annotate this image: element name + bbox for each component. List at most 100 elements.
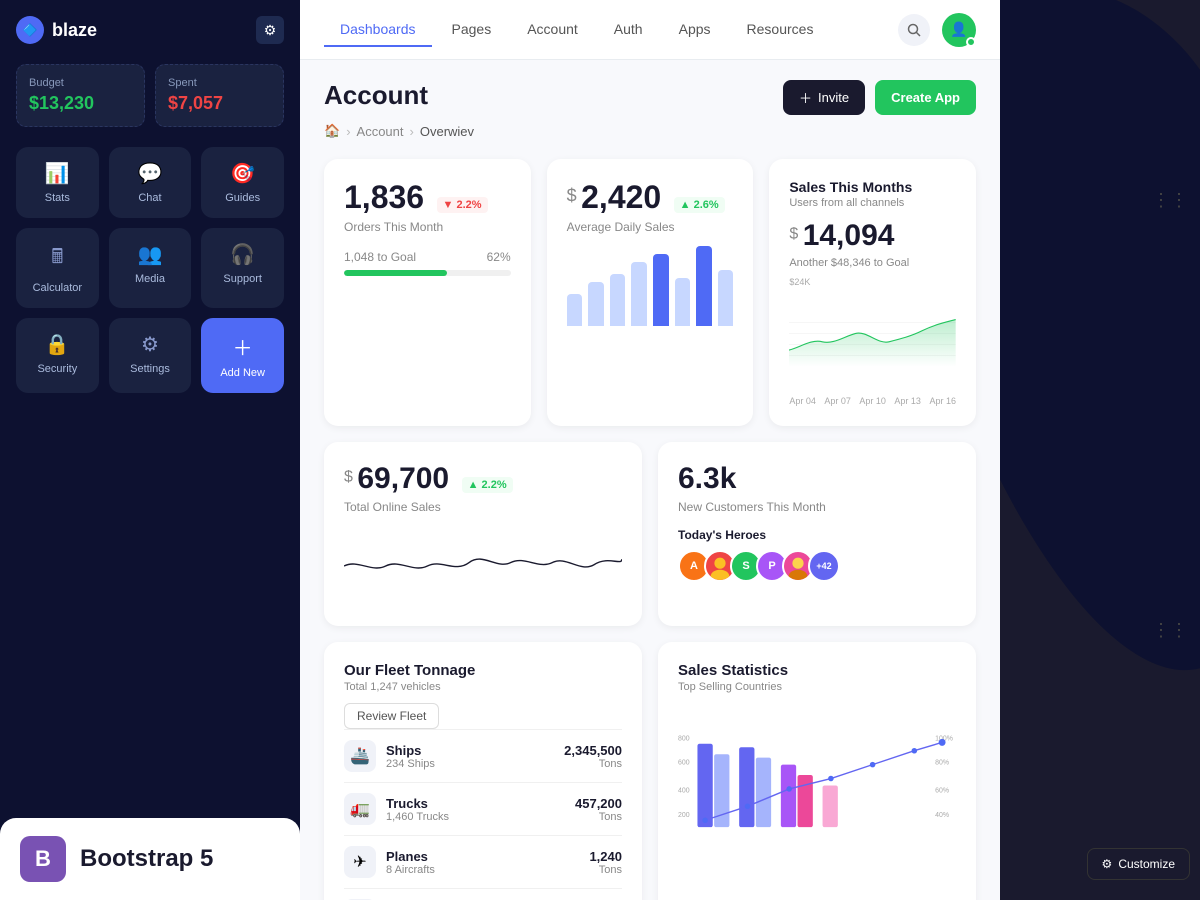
page-content: Account ＋ Invite Create App 🏠 › Account … xyxy=(300,60,1000,900)
customize-button[interactable]: ⚙ Customize xyxy=(1087,848,1190,880)
media-label: Media xyxy=(135,273,165,285)
sidebar-item-add-new[interactable]: ＋ Add New xyxy=(201,318,284,393)
spent-label: Spent xyxy=(168,77,271,89)
sales-chart: $24K xyxy=(789,277,956,406)
customize-icon: ⚙ xyxy=(1102,857,1113,871)
svg-text:600: 600 xyxy=(678,760,690,767)
x-label-3: Apr 10 xyxy=(859,396,886,406)
bootstrap-badge: B Bootstrap 5 xyxy=(0,818,300,900)
tab-account[interactable]: Account xyxy=(511,13,594,47)
daily-sales-label: Average Daily Sales xyxy=(567,220,734,234)
settings-nav-icon: ⚙ xyxy=(141,332,159,357)
fleet-item-trucks: 🚛 Trucks 1,460 Trucks 457,200 Tons xyxy=(344,782,622,835)
create-app-button[interactable]: Create App xyxy=(875,80,976,115)
bar-4 xyxy=(631,262,647,326)
breadcrumb-sep1: › xyxy=(346,124,350,139)
progress-pct: 62% xyxy=(487,250,511,264)
tab-auth[interactable]: Auth xyxy=(598,13,659,47)
search-button[interactable] xyxy=(898,14,930,46)
settings-label: Settings xyxy=(130,363,170,375)
sidebar-item-security[interactable]: 🔒 Security xyxy=(16,318,99,393)
total-online-number: $ 69,700 ▲ 2.2% xyxy=(344,462,622,496)
budget-label: Budget xyxy=(29,77,132,89)
bar-country1-1 xyxy=(697,744,712,827)
fleet-subtitle: Total 1,247 vehicles xyxy=(344,681,622,693)
daily-sales-badge: ▲ 2.6% xyxy=(674,197,725,213)
svg-text:40%: 40% xyxy=(935,812,949,819)
x-label-2: Apr 07 xyxy=(824,396,851,406)
security-label: Security xyxy=(37,363,77,375)
breadcrumb-home[interactable]: 🏠 xyxy=(324,123,340,139)
media-icon: 👥 xyxy=(138,242,163,267)
orders-card: 1,836 ▼ 2.2% Orders This Month 1,048 to … xyxy=(324,159,531,426)
orders-badge: ▼ 2.2% xyxy=(437,197,488,213)
planes-unit: Tons xyxy=(589,864,622,876)
sales-number: 14,094 xyxy=(803,219,895,252)
calculator-label: Calculator xyxy=(33,282,83,294)
ships-name: Ships xyxy=(386,743,435,758)
sidebar-item-stats[interactable]: 📊 Stats xyxy=(16,147,99,218)
sidebar-item-support[interactable]: 🎧 Support xyxy=(201,228,284,308)
total-label: Total Online Sales xyxy=(344,500,622,514)
sidebar-header: 🔷 blaze ⚙ xyxy=(16,16,284,44)
bar-6 xyxy=(675,278,691,326)
progress-row: 1,048 to Goal 62% xyxy=(344,250,511,276)
calculator-icon: 🖩 xyxy=(51,242,63,276)
sidebar-item-guides[interactable]: 🎯 Guides xyxy=(201,147,284,218)
add-new-label: Add New xyxy=(220,367,265,379)
trucks-icon: 🚛 xyxy=(344,793,376,825)
right-panel: ⋮⋮ ⋮⋮ ⚙ Customize xyxy=(1000,0,1200,900)
sidebar-item-settings[interactable]: ⚙ Settings xyxy=(109,318,192,393)
bar-7 xyxy=(696,246,712,326)
online-indicator xyxy=(966,37,976,47)
fleet-left-ships: 🚢 Ships 234 Ships xyxy=(344,740,435,772)
sales-month-card: Sales This Months Users from all channel… xyxy=(769,159,976,426)
total-online-card: $ 69,700 ▲ 2.2% Total Online Sales xyxy=(324,442,642,626)
breadcrumb: 🏠 › Account › Overwiev xyxy=(324,123,976,139)
svg-text:800: 800 xyxy=(678,735,690,742)
tab-resources[interactable]: Resources xyxy=(731,13,830,47)
x-label-4: Apr 13 xyxy=(894,396,921,406)
progress-fill xyxy=(344,270,447,276)
bar-chart xyxy=(567,246,734,326)
settings-icon[interactable]: ⚙ xyxy=(256,16,284,44)
stats-grid: 1,836 ▼ 2.2% Orders This Month 1,048 to … xyxy=(324,159,976,426)
chat-icon: 💬 xyxy=(138,161,163,186)
stats-icon: 📊 xyxy=(45,161,70,186)
tab-apps[interactable]: Apps xyxy=(663,13,727,47)
orders-label: Orders This Month xyxy=(344,220,511,234)
ships-unit: Tons xyxy=(564,758,622,770)
avatars-row: A S P +42 xyxy=(678,550,956,582)
sidebar-item-calculator[interactable]: 🖩 Calculator xyxy=(16,228,99,308)
planes-value: 1,240 xyxy=(589,849,622,864)
breadcrumb-account[interactable]: Account xyxy=(357,124,404,139)
total-prefix: $ xyxy=(344,469,353,486)
wavy-svg xyxy=(344,526,622,606)
bootstrap-icon: B xyxy=(20,836,66,882)
sidebar-item-media[interactable]: 👥 Media xyxy=(109,228,192,308)
invite-label: Invite xyxy=(818,90,849,105)
breadcrumb-sep2: › xyxy=(410,124,414,139)
daily-sales-value: 2,420 xyxy=(581,179,661,215)
tab-dashboards[interactable]: Dashboards xyxy=(324,13,432,47)
progress-label: 1,048 to Goal 62% xyxy=(344,250,511,264)
user-avatar[interactable]: 👤 xyxy=(942,13,976,47)
review-fleet-button[interactable]: Review Fleet xyxy=(344,703,439,729)
panel-grid-icon-1[interactable]: ⋮⋮ xyxy=(1152,190,1188,211)
tab-pages[interactable]: Pages xyxy=(436,13,508,47)
panel-grid-icon-2[interactable]: ⋮⋮ xyxy=(1152,620,1188,641)
ships-value: 2,345,500 xyxy=(564,743,622,758)
guides-icon: 🎯 xyxy=(230,161,255,186)
sales-goal: Another $48,346 to Goal xyxy=(789,257,956,269)
add-new-icon: ＋ xyxy=(233,332,253,361)
sales-subtitle: Users from all channels xyxy=(789,197,956,209)
invite-button[interactable]: ＋ Invite xyxy=(783,80,865,115)
sales-stats-chart: 800 600 400 200 100% 80% 60% 40% xyxy=(678,707,956,857)
sidebar-item-chat[interactable]: 💬 Chat xyxy=(109,147,192,218)
ships-count: 234 Ships xyxy=(386,758,435,770)
svg-text:60%: 60% xyxy=(935,787,949,794)
progress-bar xyxy=(344,270,511,276)
x-label-5: Apr 16 xyxy=(929,396,956,406)
chat-label: Chat xyxy=(138,192,161,204)
bar-3 xyxy=(610,274,626,326)
